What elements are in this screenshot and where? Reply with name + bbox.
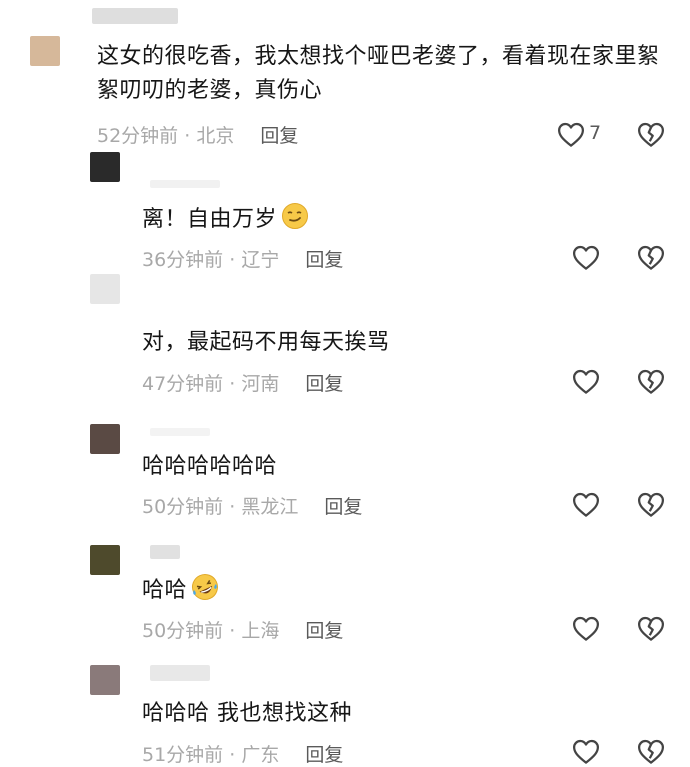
username-blurred[interactable] xyxy=(150,665,210,681)
comment-time: 36分钟前 xyxy=(142,249,224,271)
comment-location: 河南 xyxy=(241,373,280,395)
dislike-broken-heart-icon[interactable] xyxy=(636,120,666,150)
username-blurred[interactable] xyxy=(150,545,180,559)
dislike-broken-heart-icon[interactable] xyxy=(636,243,666,273)
comment-text: 哈哈哈哈哈哈 xyxy=(142,454,278,479)
like-heart-icon[interactable] xyxy=(571,614,601,644)
dislike-broken-heart-icon[interactable] xyxy=(636,614,666,644)
avatar[interactable] xyxy=(90,545,120,575)
dislike-broken-heart-icon[interactable] xyxy=(636,367,666,397)
username-blurred[interactable] xyxy=(150,428,210,436)
comment-text: 哈哈哈 我也想找这种 xyxy=(142,701,352,726)
reply-button[interactable]: 回复 xyxy=(305,249,343,271)
avatar[interactable] xyxy=(90,274,120,304)
like-heart-icon[interactable] xyxy=(571,737,601,767)
dislike-broken-heart-icon[interactable] xyxy=(636,490,666,520)
like-count: 7 xyxy=(589,122,602,144)
like-heart-icon[interactable] xyxy=(571,490,601,520)
reply-button[interactable]: 回复 xyxy=(305,744,343,766)
comment-location: 黑龙江 xyxy=(241,496,299,518)
dislike-broken-heart-icon[interactable] xyxy=(636,737,666,767)
like-heart-icon[interactable] xyxy=(571,243,601,273)
reply-button[interactable]: 回复 xyxy=(305,620,343,642)
comment-meta: 47分钟前 · 河南 回复 xyxy=(142,373,344,395)
rofl-emoji-icon xyxy=(192,574,219,600)
comment-meta: 50分钟前 · 上海 回复 xyxy=(142,620,344,642)
comment-time: 51分钟前 xyxy=(142,744,224,766)
reply-button[interactable]: 回复 xyxy=(324,496,362,518)
comment-meta: 51分钟前 · 广东 回复 xyxy=(142,744,344,766)
like-heart-icon[interactable] xyxy=(556,120,586,150)
comment-text: 这女的很吃香，我太想找个哑巴老婆了，看着现在家里絮絮叨叨的老婆，真伤心 xyxy=(97,44,660,103)
comment-text: 离！自由万岁 xyxy=(142,202,309,237)
comment-text: 哈哈 xyxy=(142,573,219,608)
avatar[interactable] xyxy=(90,665,120,695)
username-blurred[interactable] xyxy=(92,8,178,24)
comment-time: 50分钟前 xyxy=(142,496,224,518)
comment-location: 上海 xyxy=(241,620,280,642)
like-heart-icon[interactable] xyxy=(571,367,601,397)
comment-location: 广东 xyxy=(241,744,280,766)
comment-text-content: 哈哈 xyxy=(142,578,188,603)
comment-meta: 52分钟前 · 北京 回复 xyxy=(97,125,299,147)
comment-time: 52分钟前 xyxy=(97,125,179,147)
comment-text: 对，最起码不用每天挨骂 xyxy=(142,330,390,355)
avatar[interactable] xyxy=(90,152,120,182)
avatar[interactable] xyxy=(90,424,120,454)
reply-button[interactable]: 回复 xyxy=(305,373,343,395)
smirk-emoji-icon xyxy=(282,203,309,229)
comment-location: 北京 xyxy=(196,125,235,147)
username-blurred[interactable] xyxy=(150,180,220,188)
comment-text-content: 离！自由万岁 xyxy=(142,207,278,232)
comment-time: 50分钟前 xyxy=(142,620,224,642)
comment-time: 47分钟前 xyxy=(142,373,224,395)
comment-meta: 36分钟前 · 辽宁 回复 xyxy=(142,249,344,271)
avatar[interactable] xyxy=(30,36,60,66)
comment-meta: 50分钟前 · 黑龙江 回复 xyxy=(142,496,363,518)
comment-location: 辽宁 xyxy=(241,249,280,271)
reply-button[interactable]: 回复 xyxy=(260,125,298,147)
